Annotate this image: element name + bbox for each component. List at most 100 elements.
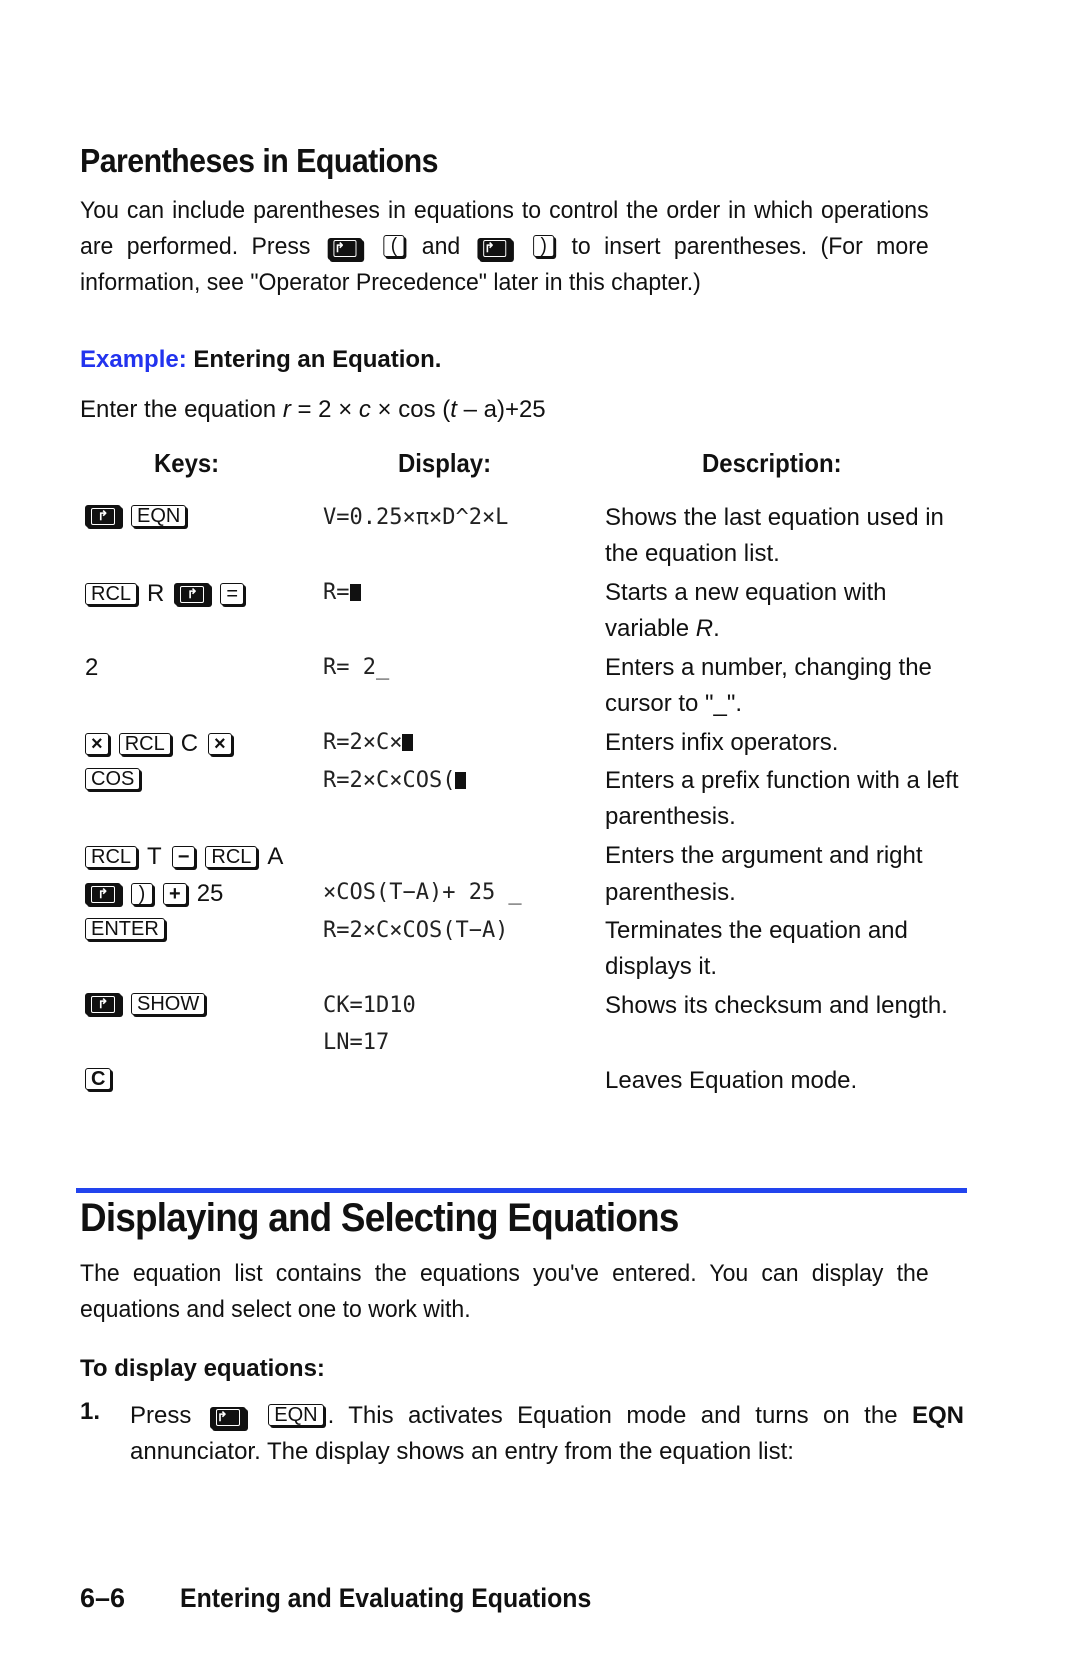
displaying-paragraph: The equation list contains the equations… [80,1256,929,1328]
display-text: R=2×C×COS( [323,768,456,793]
key-letter: T [147,843,162,870]
example-label: Example: [80,346,187,373]
var-c: c [358,396,371,423]
desc-text: Starts a new equation with variable [605,579,887,642]
key-digit: 2 [85,654,99,681]
table-row-display: R= 2_ [323,655,390,680]
table-row-display: R=2×C×COS(T−A) [323,918,509,943]
table-row-description: Leaves Equation mode. [605,1067,858,1094]
table-row-keys: × RCL C × [85,730,232,758]
rcl-key: RCL [85,583,138,605]
key-digits: 25 [196,880,224,907]
display-text: R= [323,580,350,605]
table-row-keys: 2 [85,654,98,682]
table-row-keys: C [85,1068,112,1090]
equals-key: = [220,583,245,605]
para-text: to insert parentheses. (For more [571,233,929,260]
table-row-keys: ENTER [85,918,165,940]
display-text: R=2×C× [323,730,403,755]
intro-text: = 2 × [290,396,359,423]
para-text: and [421,233,461,260]
table-row-display-line2: LN=17 [323,1030,390,1055]
example-title: Entering an Equation. [193,346,442,373]
eqn-key: EQN [131,505,187,527]
cursor-block-icon [349,584,361,601]
step-text: Press [130,1402,192,1429]
shift-key-icon: ↱ [174,583,211,605]
column-header-keys: Keys: [154,448,220,478]
para-line-3: information, see "Operator Precedence" l… [80,269,701,296]
show-key: SHOW [131,993,206,1015]
example-intro: Enter the equation r = 2 × c × cos (t – … [80,396,546,424]
shift-key-icon: ↱ [327,237,363,260]
desc-var: R [695,615,714,642]
intro-text: × cos ( [370,396,451,423]
step-number: 1. [80,1398,101,1425]
step-text: . This activates Equation mode and turns… [327,1402,898,1429]
shift-key-icon: ↱ [85,993,121,1015]
key-letter: R [147,580,165,607]
shift-key-icon: ↱ [209,1406,246,1429]
table-row-description: Terminates the equation and displays it. [605,917,908,980]
para-line-2: are performed. Press ↱ ( and ↱ ) to inse… [80,229,929,265]
para-line-1: The equation list contains the equations… [80,1260,929,1287]
table-row-description: Shows its checksum and length. [605,992,948,1019]
eqn-key: EQN [268,1404,324,1426]
desc-text: . [713,615,720,642]
table-row-description: Shows the last equation used in the equa… [605,504,944,567]
rcl-key: RCL [118,733,171,755]
table-row-keys: ↱ EQN [85,505,187,527]
table-row-keys: ↱ SHOW [85,993,206,1015]
rcl-key: RCL [205,846,258,868]
para-line-1: You can include parentheses in equations… [80,197,929,224]
table-row-keys: RCL T − RCL A [85,843,283,871]
table-row-keys: RCL R ↱ = [85,580,245,608]
table-row-keys: ↱ ) + 25 [85,880,223,908]
key-letter: C [180,730,199,757]
section-heading-displaying: Displaying and Selecting Equations [80,1196,679,1240]
step-1-text: Press ↱ EQN. This activates Equation mod… [130,1398,964,1470]
table-row-description: Enters the argument and right [605,842,923,869]
shift-key-icon: ↱ [85,505,121,527]
column-header-display: Display: [398,448,492,478]
intro-text: Enter the equation [80,396,283,423]
eqn-annunciator-label: EQN [912,1402,965,1429]
table-row-display: R=2×C× [323,730,414,755]
var-r: r [282,396,291,423]
left-paren-key: ( [383,235,405,257]
para-line-2: equations and select one to work with. [80,1296,471,1323]
minus-key: − [171,846,196,868]
table-row-description: Enters a prefix function with a left par… [605,767,959,830]
multiply-key: × [208,733,232,755]
cursor-block-icon [455,772,467,789]
plus-key: + [163,883,187,905]
table-row-description: Enters infix operators. [605,729,839,756]
cos-key: COS [85,768,141,790]
right-paren-key: ) [131,883,153,905]
cursor-block-icon [402,734,414,751]
table-row-display: V=0.25×π×D^2×L [323,505,509,530]
table-row-display: CK=1D10 [323,993,416,1018]
table-row-display: R= [323,580,361,605]
enter-key: ENTER [85,918,165,940]
step-line-1: Press ↱ EQN. This activates Equation mod… [130,1398,964,1434]
table-row-display: R=2×C×COS( [323,768,467,793]
multiply-key: × [85,733,109,755]
subheading-to-display: To display equations: [80,1355,325,1382]
table-row-display: ×COS(T−A)+ 25 _ [323,880,522,905]
right-paren-key: ) [533,235,555,257]
table-row-description: Enters a number, changing the cursor to … [605,654,932,717]
table-row-description: Starts a new equation with variable R. [605,575,965,647]
clear-key: C [85,1068,112,1090]
table-row-description: parenthesis. [605,879,736,906]
column-header-description: Description: [702,448,842,478]
section-heading-parentheses: Parentheses in Equations [80,142,438,179]
example-heading: Example: Entering an Equation. [80,346,441,374]
chapter-title: Entering and Evaluating Equations [180,1583,592,1613]
intro-text: – a)+25 [456,396,546,423]
shift-key-icon: ↱ [85,883,121,905]
section-divider [76,1188,967,1193]
shift-key-icon: ↱ [477,237,513,260]
parentheses-paragraph: You can include parentheses in equations… [80,193,929,301]
step-line-2: annunciator. The display shows an entry … [130,1438,794,1465]
